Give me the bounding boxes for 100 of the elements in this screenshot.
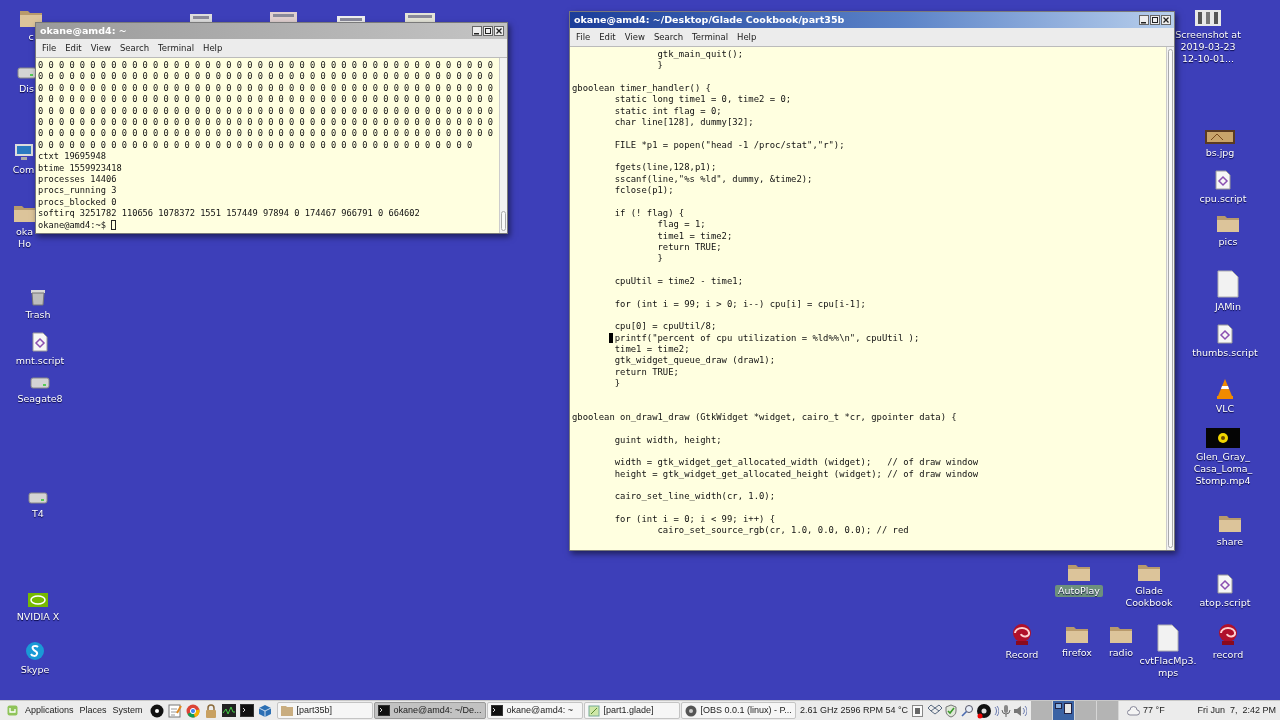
folder-icon[interactable] xyxy=(1067,562,1091,582)
signal-waves-icon[interactable] xyxy=(994,705,1000,716)
document-icon[interactable] xyxy=(1216,270,1240,298)
monitor-icon[interactable] xyxy=(13,143,34,161)
maximize-icon[interactable] xyxy=(483,26,493,36)
icon-label[interactable]: Glen_Gray_ Casa_Loma_ Stomp.mp4 xyxy=(1192,451,1254,487)
eye-logo-icon[interactable] xyxy=(27,592,49,608)
browser-icon[interactable] xyxy=(185,703,200,718)
folder-icon[interactable] xyxy=(12,203,37,223)
icon-label[interactable]: Record xyxy=(1005,649,1039,661)
folder-icon[interactable] xyxy=(19,8,43,28)
icon-label[interactable]: cvtFlacMp3. mps xyxy=(1136,655,1200,679)
search-icon[interactable] xyxy=(960,703,975,718)
terminal-line: ctxt 19695948 xyxy=(38,151,106,163)
folder-icon[interactable] xyxy=(1216,213,1240,233)
document-icon[interactable] xyxy=(1156,624,1180,652)
script-icon[interactable] xyxy=(1216,324,1234,344)
icon-label[interactable]: oka Ho xyxy=(14,226,35,250)
shield-check-icon[interactable] xyxy=(944,703,959,718)
drive-icon[interactable] xyxy=(30,376,50,390)
taskbar-button[interactable]: [OBS 0.0.1 (linux) - P... xyxy=(680,702,796,719)
menu-item[interactable]: File xyxy=(576,30,591,44)
scrollbar[interactable] xyxy=(499,58,507,233)
icon-label[interactable]: Glade Cookbook xyxy=(1120,585,1178,609)
disc-icon[interactable] xyxy=(149,703,164,718)
icon-label[interactable]: share xyxy=(1216,536,1244,548)
icon-label[interactable]: VLC xyxy=(1215,403,1235,415)
icon-label[interactable]: mnt.script xyxy=(15,355,65,367)
icon-label[interactable]: c xyxy=(28,31,34,43)
icon-label[interactable]: pics xyxy=(1218,236,1238,248)
menu-item[interactable]: Edit xyxy=(599,30,616,44)
taskbar-button[interactable]: okane@amd4: ~ xyxy=(486,702,583,719)
lock-icon[interactable] xyxy=(203,703,218,718)
icon-label[interactable]: NVIDIA X xyxy=(16,611,60,623)
folder-icon[interactable] xyxy=(1109,624,1133,644)
icon-label[interactable]: record xyxy=(1212,649,1244,661)
image-thumbnail-icon[interactable] xyxy=(1205,130,1235,144)
record-icon[interactable] xyxy=(976,702,993,719)
menu-button[interactable]: System xyxy=(109,703,146,718)
icon-label[interactable]: radio xyxy=(1108,647,1134,659)
icon-label[interactable]: bs.jpg xyxy=(1205,147,1235,159)
close-icon[interactable] xyxy=(494,26,504,36)
video-thumbnail-icon[interactable] xyxy=(1206,428,1240,448)
taskbar-button[interactable]: okane@amd4: ~/De... xyxy=(373,702,486,719)
menu-item[interactable]: Search xyxy=(653,30,684,44)
icon-label[interactable]: Trash xyxy=(25,309,51,321)
folder-icon[interactable] xyxy=(1218,513,1242,533)
cube-icon[interactable] xyxy=(257,703,272,718)
menu-item[interactable]: Terminal xyxy=(692,30,728,44)
icon-label[interactable]: JAMin xyxy=(1215,301,1241,313)
trash-icon[interactable] xyxy=(29,288,47,306)
menu-item[interactable]: Search xyxy=(119,41,150,55)
icon-label[interactable]: thumbs.script xyxy=(1192,347,1258,359)
icon-label[interactable]: Seagate8 xyxy=(17,393,63,405)
taskbar-button[interactable]: [part1.glade] xyxy=(583,702,680,719)
maximize-icon[interactable] xyxy=(1150,15,1160,25)
speaker-icon[interactable] xyxy=(1013,703,1028,718)
icon-label[interactable]: firefox xyxy=(1062,647,1092,659)
image-thumbnail-icon[interactable] xyxy=(405,13,435,23)
app-icon[interactable] xyxy=(25,641,45,661)
system-monitor-icon[interactable] xyxy=(221,703,236,718)
clock[interactable]: Fri Jun 7, 2:42 PM xyxy=(1197,703,1276,718)
icon-label[interactable]: T4 xyxy=(32,508,44,520)
menu-item[interactable]: File xyxy=(42,41,57,55)
icon-label[interactable]: Skype xyxy=(20,664,50,676)
folder-icon[interactable] xyxy=(1065,624,1089,644)
minimize-icon[interactable] xyxy=(472,26,482,36)
script-icon[interactable] xyxy=(31,332,49,352)
menu-button[interactable]: Places xyxy=(76,703,110,718)
traffic-cone-icon[interactable] xyxy=(1215,378,1235,400)
cloud-icon[interactable] xyxy=(1127,705,1141,716)
icon-label[interactable]: Dis xyxy=(19,83,34,95)
image-thumbnail-icon[interactable] xyxy=(270,12,297,22)
minimize-icon[interactable] xyxy=(1139,15,1149,25)
workspace-button[interactable] xyxy=(1053,701,1076,720)
icon-label[interactable]: Screenshot at 2019-03-23 12-10-01... xyxy=(1172,29,1244,65)
script-icon[interactable] xyxy=(1214,170,1232,190)
menu-button[interactable]: Applications xyxy=(22,703,77,718)
microphone-icon[interactable] xyxy=(1001,703,1012,718)
title-bar[interactable]: okane@amd4: ~/Desktop/Glade Cookbook/part35b xyxy=(570,12,1174,28)
phone-icon[interactable] xyxy=(912,704,924,717)
drive-icon[interactable] xyxy=(28,491,48,505)
box-icon[interactable] xyxy=(928,704,943,717)
script-icon[interactable] xyxy=(1216,574,1234,594)
icon-label[interactable]: Com xyxy=(12,164,35,176)
menu-item[interactable]: Terminal xyxy=(158,41,194,55)
menu-item[interactable]: Help xyxy=(203,41,223,55)
scrollbar-thumb[interactable] xyxy=(501,211,506,231)
menu-item[interactable]: Help xyxy=(737,30,757,44)
terminal-icon[interactable] xyxy=(239,703,254,718)
screenshot-thumbnail-icon[interactable] xyxy=(1195,10,1221,26)
menu-item[interactable]: View xyxy=(624,30,645,44)
taskbar-button[interactable]: [part35b] xyxy=(276,702,373,719)
folder-icon[interactable] xyxy=(1137,562,1161,582)
icon-label[interactable]: atop.script xyxy=(1199,597,1251,609)
menu-item[interactable]: Edit xyxy=(65,41,82,55)
menu-item[interactable]: View xyxy=(90,41,111,55)
drive-icon[interactable] xyxy=(16,66,37,80)
close-icon[interactable] xyxy=(1161,15,1171,25)
icon-label[interactable]: cpu.script xyxy=(1199,193,1247,205)
